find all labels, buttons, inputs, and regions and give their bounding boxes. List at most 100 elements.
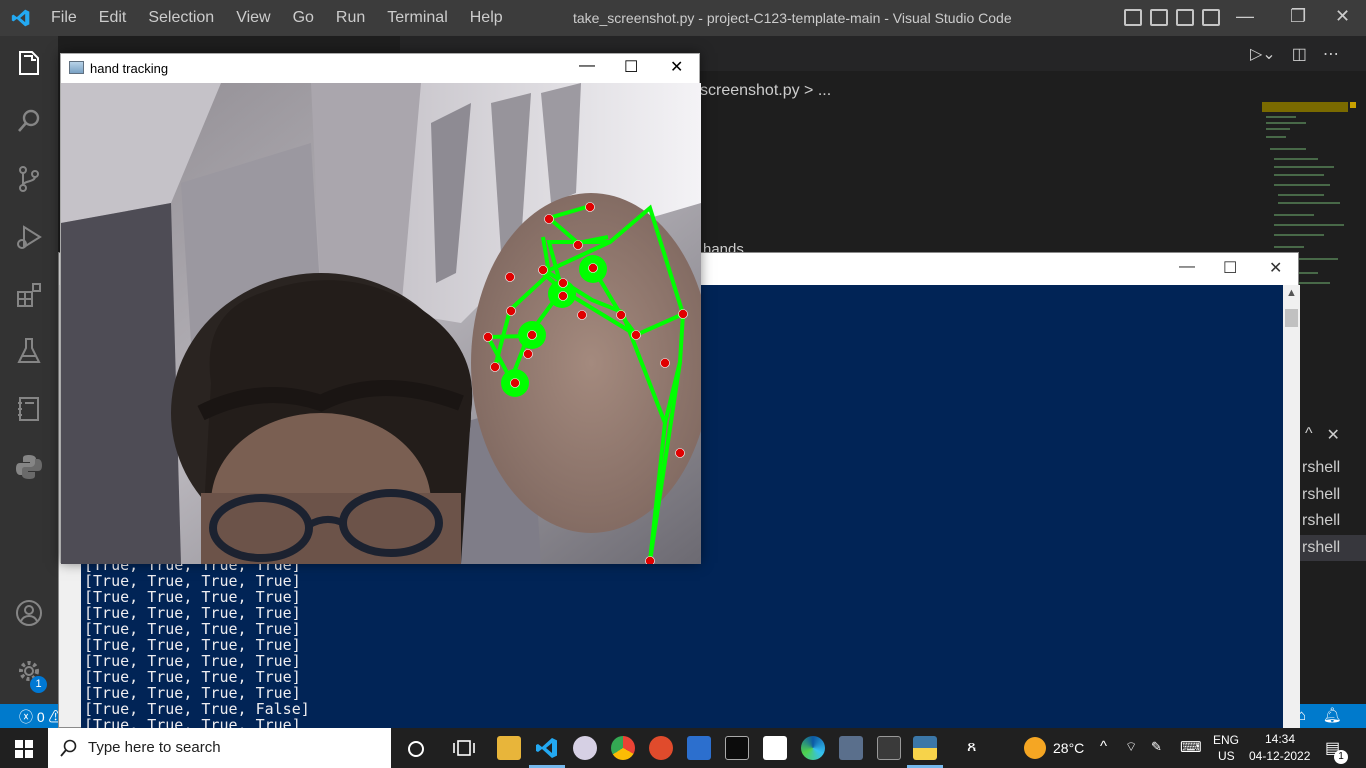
network-icon[interactable]: ⌔ — [1125, 739, 1137, 755]
editor-actions: ▷⌄ ◫ ⋯ — [1250, 44, 1339, 64]
edge-icon[interactable] — [801, 736, 825, 760]
search-icon[interactable] — [14, 106, 44, 136]
app-icon[interactable] — [649, 736, 673, 760]
menu-view[interactable]: View — [225, 9, 281, 27]
window-title: take_screenshot.py - project-C123-templa… — [573, 10, 1012, 26]
activity-bar — [0, 36, 58, 704]
toggle-sidebar-icon[interactable] — [1124, 9, 1142, 26]
ht-maximize-icon[interactable]: ☐ — [624, 57, 638, 77]
source-control-icon[interactable] — [14, 164, 44, 194]
console-minimize-icon[interactable]: — — [1179, 258, 1195, 276]
hand-tracking-title: hand tracking — [90, 61, 169, 76]
console-maximize-icon[interactable]: ☐ — [1223, 258, 1237, 278]
search-placeholder: Type here to search — [88, 739, 221, 756]
menu-file[interactable]: File — [40, 9, 88, 27]
webcam-feed — [61, 83, 701, 564]
window-app-icon — [69, 61, 84, 74]
toggle-secondary-sidebar-icon[interactable] — [1176, 9, 1194, 26]
weather-temperature[interactable]: 28°C — [1053, 740, 1084, 756]
explorer-icon[interactable] — [14, 48, 44, 78]
clock-time[interactable]: 14:34 — [1265, 732, 1295, 746]
vscode-logo-icon — [11, 9, 30, 27]
terminal-list-item[interactable]: rshell — [1298, 482, 1366, 509]
minimize-icon[interactable]: — — [1236, 6, 1254, 27]
people-icon[interactable]: ጸ — [967, 738, 976, 756]
console-close-icon[interactable]: ✕ — [1269, 258, 1282, 278]
toggle-panel-icon[interactable] — [1150, 9, 1168, 26]
console-line: [True, True, True, True] — [84, 652, 301, 670]
ht-close-icon[interactable]: ✕ — [670, 57, 683, 77]
hand-tracking-titlebar: hand tracking — ☐ ✕ — [61, 54, 699, 83]
menu-run[interactable]: Run — [325, 9, 376, 27]
windows-taskbar: Type here to search ጸ 28°C ^ ⌔ ✎ ⌨ ENG U… — [0, 728, 1366, 768]
panel-controls: ^ ✕ — [1305, 425, 1340, 445]
console-line: [True, True, True, True] — [84, 604, 301, 622]
customize-layout-icon[interactable] — [1202, 9, 1220, 26]
console-line: [True, True, True, True] — [84, 668, 301, 686]
status-right-icons: ⌂ 🔔︎ — [1297, 706, 1342, 724]
split-editor-icon[interactable]: ◫ — [1292, 44, 1307, 64]
console-line: [True, True, True, True] — [84, 572, 301, 590]
keyboard-icon[interactable]: ⌨ — [1180, 738, 1202, 756]
feedback-hub-icon[interactable] — [763, 736, 787, 760]
console-line: [True, True, True, True] — [84, 588, 301, 606]
task-view-icon[interactable] — [453, 738, 475, 758]
close-panel-icon[interactable]: ✕ — [1327, 425, 1340, 445]
vscode-titlebar: File Edit Selection View Go Run Terminal… — [0, 0, 1366, 36]
pen-icon[interactable]: ✎ — [1151, 739, 1162, 755]
python-icon[interactable] — [14, 452, 44, 482]
ht-minimize-icon[interactable]: — — [579, 57, 595, 75]
breadcrumb[interactable]: screenshot.py > ... — [700, 82, 831, 100]
tray-chevron-up-icon[interactable]: ^ — [1100, 738, 1107, 755]
menu-go[interactable]: Go — [282, 9, 325, 27]
terminal-icon[interactable] — [725, 736, 749, 760]
scroll-thumb[interactable] — [1285, 309, 1298, 327]
clock-date[interactable]: 04-12-2022 — [1249, 749, 1310, 763]
layout-controls — [1124, 9, 1220, 26]
weather-icon[interactable] — [1024, 737, 1046, 759]
more-actions-icon[interactable]: ⋯ — [1323, 44, 1339, 64]
paint-icon[interactable] — [573, 736, 597, 760]
taskbar-search-box[interactable]: Type here to search — [48, 728, 391, 768]
console-line: [True, True, True, True] — [84, 636, 301, 654]
console-lines: [True, True, True, True] [True, True, Tru… — [84, 557, 310, 729]
testing-icon[interactable] — [14, 336, 44, 366]
console-line: [True, True, True, True] — [84, 620, 301, 638]
menu-terminal[interactable]: Terminal — [376, 9, 458, 27]
console-scrollbar[interactable]: ▲ — [1283, 285, 1300, 729]
error-count: 0 — [36, 709, 45, 725]
vscode-taskbar-icon[interactable] — [535, 736, 559, 760]
menu-help[interactable]: Help — [459, 9, 514, 27]
scroll-up-icon[interactable]: ▲ — [1286, 287, 1297, 299]
python-taskbar-icon[interactable] — [913, 736, 937, 760]
terminal-list-item-selected[interactable]: rshell — [1298, 534, 1366, 561]
extensions-icon[interactable] — [14, 280, 44, 310]
terminal-list-item[interactable]: rshell — [1298, 508, 1366, 535]
account-icon[interactable] — [14, 598, 44, 628]
search-icon — [60, 739, 77, 757]
calculator-icon[interactable] — [839, 736, 863, 760]
powershell-icon[interactable] — [687, 736, 711, 760]
restore-icon[interactable]: ❐ — [1290, 6, 1306, 27]
menu-edit[interactable]: Edit — [88, 9, 138, 27]
notebook-icon[interactable] — [14, 394, 44, 424]
close-icon[interactable]: ✕ — [1335, 6, 1350, 27]
console-line: [True, True, True, True] — [84, 684, 301, 702]
menu-selection[interactable]: Selection — [137, 9, 225, 27]
file-explorer-icon[interactable] — [497, 736, 521, 760]
language-top[interactable]: ENG — [1213, 733, 1239, 747]
run-icon[interactable]: ▷⌄ — [1250, 44, 1276, 64]
chrome-icon[interactable] — [611, 736, 635, 760]
notifications-bell-icon[interactable]: 🔔︎ — [1323, 707, 1342, 724]
cortana-icon[interactable] — [406, 739, 426, 759]
hand-tracking-window: hand tracking — ☐ ✕ — [60, 53, 701, 564]
error-icon: ⓧ — [19, 709, 33, 725]
language-bottom[interactable]: US — [1218, 749, 1235, 763]
console-line: [True, True, True, False] — [84, 700, 310, 718]
terminal-list-item[interactable]: rshell — [1298, 455, 1366, 482]
snip-tool-icon[interactable] — [877, 736, 901, 760]
notification-count-badge: 1 — [1334, 750, 1348, 764]
maximize-panel-icon[interactable]: ^ — [1305, 425, 1313, 445]
windows-start-icon[interactable] — [15, 740, 33, 758]
run-debug-icon[interactable] — [14, 222, 44, 252]
